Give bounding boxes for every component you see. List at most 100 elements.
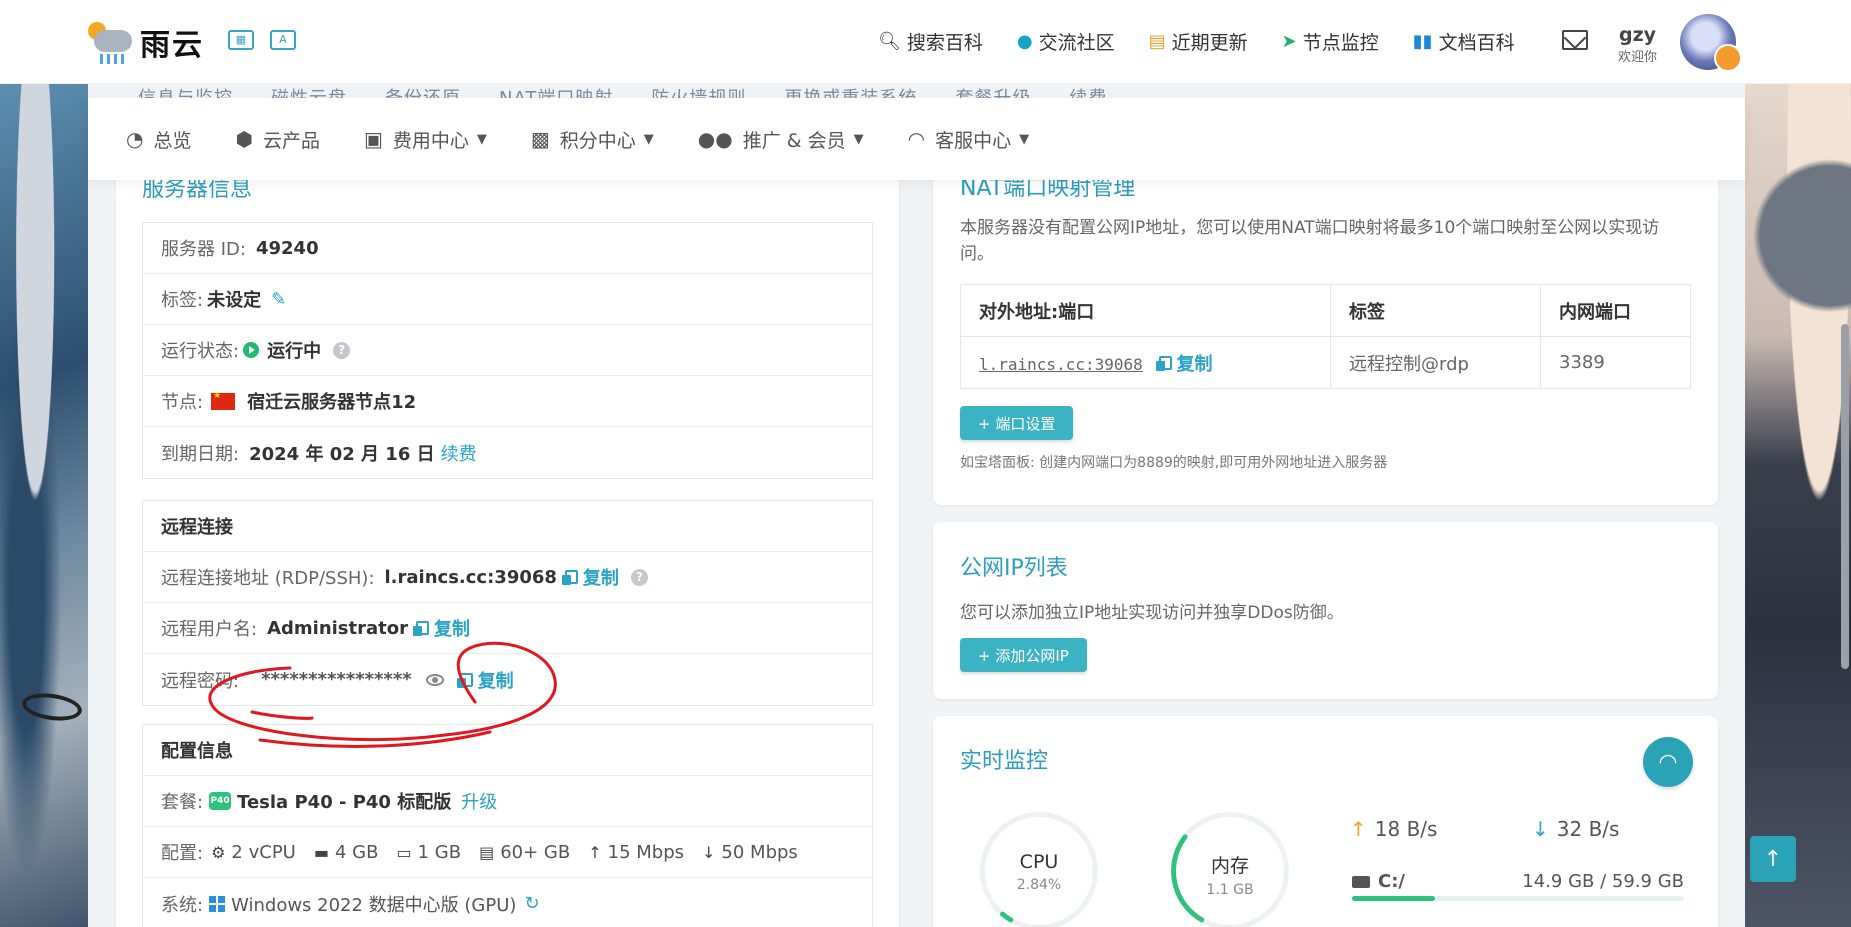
port-settings-button[interactable]: + 端口设置 xyxy=(960,406,1074,440)
page-scrollbar[interactable] xyxy=(1837,84,1851,927)
nav-label: 交流社区 xyxy=(1038,31,1115,54)
copy-password-button[interactable]: 复制 xyxy=(456,667,514,693)
remote-username-value: Administrator xyxy=(267,617,408,639)
question-icon[interactable]: ? xyxy=(630,568,648,586)
user-greeting[interactable]: gzy 欢迎你 xyxy=(1618,24,1657,65)
community-icon: ● xyxy=(1016,30,1033,52)
chevron-down-icon: ▼ xyxy=(1019,131,1030,147)
disk-usage-fill xyxy=(1352,896,1435,901)
node-value: 宿迁云服务器节点12 xyxy=(247,392,417,413)
menu-points[interactable]: ▩ 积分中心 ▼ xyxy=(531,126,654,153)
monitor-icon: ▭ xyxy=(396,842,412,862)
memory-icon: ▬ xyxy=(313,842,329,862)
upload-speed: ↑ 18 B/s xyxy=(1350,817,1437,841)
upload-speed-value: 18 B/s xyxy=(1374,817,1438,841)
nav-recent-updates[interactable]: ▤ 近期更新 xyxy=(1149,28,1248,55)
add-public-ip-button[interactable]: + 添加公网IP xyxy=(960,638,1087,672)
spec-upload: ↑ 15 Mbps xyxy=(588,842,684,863)
spec-value: 15 Mbps xyxy=(607,841,685,863)
expire-value: 2024 年 02 月 16 日 xyxy=(249,443,435,465)
remote-password-row: 远程密码: **************** 复制 xyxy=(143,654,872,705)
arrow-down-icon: ↓ xyxy=(1532,817,1549,841)
download-speed: ↓ 32 B/s xyxy=(1532,817,1619,841)
nav-docs[interactable]: ▮▮ 文档百科 xyxy=(1413,28,1515,55)
headset-support-button[interactable]: ◠ xyxy=(1643,737,1693,787)
spec-value: 4 GB xyxy=(334,841,379,863)
update-icon: ▤ xyxy=(1148,30,1166,52)
question-icon[interactable]: ? xyxy=(333,341,351,359)
username: gzy xyxy=(1618,24,1657,46)
nat-port-cell: 3389 xyxy=(1540,336,1691,389)
nav-label: 近期更新 xyxy=(1171,31,1248,54)
site-logo[interactable]: 雨云 xyxy=(86,20,204,64)
col-tag: 标签 xyxy=(1330,284,1541,337)
node-monitor-icon: ➤ xyxy=(1281,30,1297,52)
mail-icon[interactable] xyxy=(1562,30,1588,50)
nav-node-monitor[interactable]: ➤ 节点监控 xyxy=(1282,28,1379,55)
memory-gauge: 内存 1.1 GB xyxy=(1171,812,1289,927)
status-row: 运行状态: 运行中 ? xyxy=(143,325,872,376)
copy-label: 复制 xyxy=(582,568,619,589)
config-info-box: 配置信息 套餐: P40 Tesla P40 - P40 标配版 升级 配置: … xyxy=(142,724,873,927)
server-id-value: 49240 xyxy=(255,237,319,259)
menu-billing[interactable]: ▣ 费用中心 ▼ xyxy=(364,126,487,153)
eye-icon[interactable] xyxy=(425,673,444,686)
menu-label: 云产品 xyxy=(262,129,320,152)
expire-label: 到期日期: xyxy=(161,443,240,465)
dashboard-icon: ◔ xyxy=(126,127,144,151)
disk-usage-row: C:/ 14.9 GB / 59.9 GB xyxy=(1352,871,1684,892)
public-ip-title: 公网IP列表 xyxy=(960,556,1068,581)
money-icon: ▣ xyxy=(363,127,383,151)
china-flag-icon xyxy=(211,391,236,410)
spec-value: 60+ GB xyxy=(500,841,571,863)
brand-name: 雨云 xyxy=(140,28,204,63)
edit-icon[interactable]: ✎ xyxy=(271,289,286,310)
copy-label: 复制 xyxy=(1176,353,1213,375)
renew-link[interactable]: 续费 xyxy=(441,440,477,466)
menu-cloud-products[interactable]: ⬢ 云产品 xyxy=(235,126,319,153)
nat-address-value[interactable]: l.raincs.cc:39068 xyxy=(979,355,1143,374)
spec-download: ↓ 50 Mbps xyxy=(702,842,798,863)
nav-community[interactable]: ● 交流社区 xyxy=(1017,28,1115,55)
chevron-down-icon: ▼ xyxy=(853,131,864,147)
copy-icon xyxy=(456,672,473,688)
copy-username-button[interactable]: 复制 xyxy=(413,615,470,641)
arrow-up-icon: ↑ xyxy=(1350,817,1367,841)
copy-nat-address-button[interactable]: 复制 xyxy=(1155,350,1213,376)
nav-search-wiki[interactable]: 🔍︎ 搜索百科 xyxy=(878,28,983,55)
remote-username-label: 远程用户名: xyxy=(161,619,258,640)
nat-description: 本服务器没有配置公网IP地址，您可以使用NAT端口映射将最多10个端口映射至公网… xyxy=(960,218,1660,264)
cpu-gauge-arc xyxy=(980,812,1098,927)
upgrade-link[interactable]: 升级 xyxy=(461,788,497,814)
book-icon: ▮▮ xyxy=(1412,30,1433,52)
spec-cpu: ⚙ 2 vCPU xyxy=(211,842,296,863)
back-to-top-button[interactable]: ↑ xyxy=(1750,836,1796,882)
copy-address-button[interactable]: 复制 xyxy=(561,564,619,590)
spec-value: 2 vCPU xyxy=(231,841,296,863)
menu-promotion[interactable]: ●● 推广 & 会员 ▼ xyxy=(698,126,864,153)
col-external-address: 对外地址:端口 xyxy=(960,284,1331,337)
node-row: 节点: 宿迁云服务器节点12 xyxy=(143,376,872,427)
spec-label: 配置: xyxy=(161,843,204,864)
welcome-text: 欢迎你 xyxy=(1618,50,1658,65)
translate-icon[interactable]: A xyxy=(270,30,296,50)
spec-disk: ▤ 60+ GB xyxy=(479,842,570,863)
download-speed-value: 32 B/s xyxy=(1556,817,1620,841)
avatar[interactable] xyxy=(1680,14,1742,72)
plan-value: Tesla P40 - P40 标配版 xyxy=(237,792,452,813)
menu-overview[interactable]: ◔ 总览 xyxy=(126,126,191,153)
server-id-row: 服务器 ID: 49240 xyxy=(143,223,872,274)
refresh-icon[interactable]: ↻ xyxy=(524,893,539,914)
arrow-down-icon: ↓ xyxy=(702,842,716,862)
nat-address-cell: l.raincs.cc:39068 复制 xyxy=(960,336,1331,389)
hdd-icon: ▤ xyxy=(479,842,495,862)
spec-memory: ▬ 4 GB xyxy=(314,842,379,863)
chip-icon: ⚙ xyxy=(211,842,226,862)
nat-tag-cell: 远程控制@rdp xyxy=(1330,336,1541,389)
table-row: l.raincs.cc:39068 复制 远程控制@rdp 3389 xyxy=(960,336,1691,389)
remote-username-row: 远程用户名: Administrator 复制 xyxy=(143,603,872,654)
menu-support[interactable]: ◠ 客服中心 ▼ xyxy=(908,126,1029,153)
image-icon[interactable]: ▦ xyxy=(228,30,254,50)
scrollbar-thumb[interactable] xyxy=(1841,324,1849,669)
tag-row: 标签: 未设定 ✎ xyxy=(143,274,872,325)
